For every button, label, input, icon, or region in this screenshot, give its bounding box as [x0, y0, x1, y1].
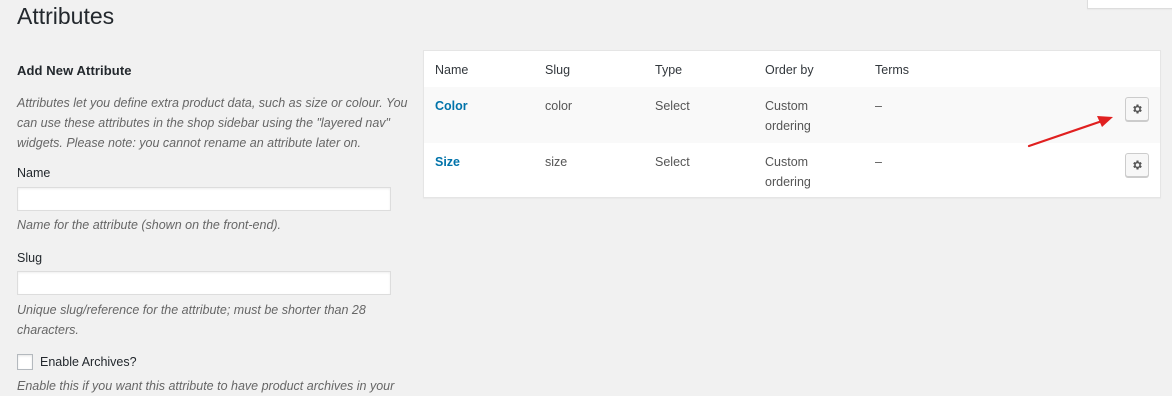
attribute-slug: color: [545, 99, 573, 113]
column-header-order-by: Order by: [765, 63, 814, 77]
gear-icon: [1133, 104, 1142, 114]
name-description: Name for the attribute (shown on the fro…: [17, 218, 282, 232]
gear-icon: [1133, 160, 1142, 170]
column-header-slug: Slug: [545, 63, 571, 77]
configure-terms-button[interactable]: [1125, 153, 1149, 177]
configure-terms-button[interactable]: [1125, 97, 1149, 121]
enable-archives-checkbox[interactable]: [17, 354, 33, 370]
add-attribute-form: Add New Attribute Attributes let you def…: [17, 60, 412, 393]
screen-options-tab[interactable]: [1087, 0, 1172, 9]
attribute-order-by: Custom ordering: [765, 155, 811, 189]
form-heading: Add New Attribute: [17, 63, 132, 78]
slug-input[interactable]: [17, 271, 391, 295]
page-title: Attributes: [17, 3, 115, 29]
attribute-name-link[interactable]: Color: [435, 96, 468, 116]
enable-archives-row: Enable Archives?: [17, 353, 137, 371]
name-label: Name: [17, 166, 51, 180]
column-header-terms: Terms: [875, 63, 910, 77]
attribute-slug: size: [545, 155, 568, 169]
name-input[interactable]: [17, 187, 391, 211]
attribute-name-link[interactable]: Size: [435, 152, 460, 172]
column-header-name: Name: [435, 63, 469, 77]
slug-label: Slug: [17, 251, 43, 265]
table-row: Size size Select Custom ordering –: [424, 143, 1160, 197]
slug-description: Unique slug/reference for the attribute;…: [17, 303, 366, 337]
column-header-type: Type: [655, 63, 683, 77]
form-intro: Attributes let you define extra product …: [17, 96, 408, 150]
table-row: Color color Select Custom ordering –: [424, 87, 1160, 143]
attribute-terms: –: [875, 155, 882, 169]
attribute-terms: –: [875, 99, 882, 113]
attributes-table: Name Slug Type Order by Terms Color colo…: [423, 50, 1161, 198]
enable-archives-label[interactable]: Enable Archives?: [40, 353, 137, 371]
table-header: Name Slug Type Order by Terms: [424, 51, 1160, 88]
attribute-type: Select: [655, 99, 690, 113]
attribute-order-by: Custom ordering: [765, 99, 811, 133]
archives-description: Enable this if you want this attribute t…: [17, 379, 395, 393]
attribute-type: Select: [655, 155, 690, 169]
